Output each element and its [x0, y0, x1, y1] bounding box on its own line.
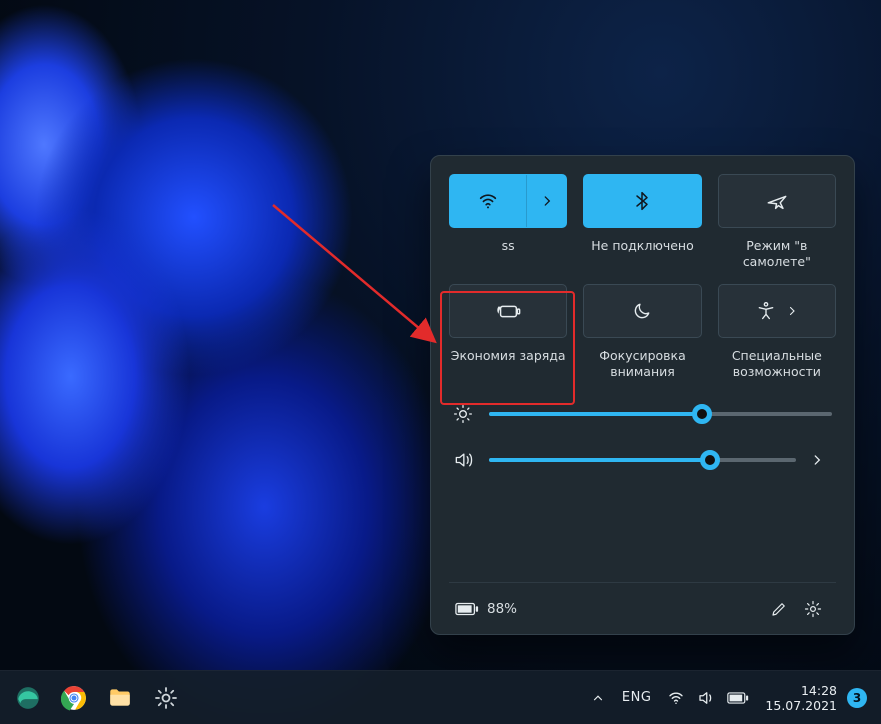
- volume-thumb[interactable]: [700, 450, 720, 470]
- wifi-button[interactable]: [449, 174, 567, 228]
- tile-focus-assist: Фокусировка внимания: [583, 284, 701, 380]
- volume-slider-row: [453, 450, 832, 470]
- brightness-slider-row: [453, 404, 832, 424]
- battery-saver-icon: [495, 300, 521, 322]
- brightness-icon: [453, 404, 475, 424]
- taskbar-app-explorer[interactable]: [100, 678, 140, 718]
- volume-slider[interactable]: [489, 458, 796, 462]
- taskbar-app-edge[interactable]: [8, 678, 48, 718]
- edit-quick-settings-button[interactable]: [762, 592, 796, 626]
- tile-battery-saver: Экономия заряда: [449, 284, 567, 380]
- airplane-button[interactable]: [718, 174, 836, 228]
- airplane-label: Режим "в самолете": [718, 238, 836, 270]
- gear-icon: [154, 686, 178, 710]
- quick-settings-tile-grid: ss Не подключено Режим "в самолете": [449, 174, 836, 380]
- gear-icon: [804, 600, 822, 618]
- tray-overflow-button[interactable]: [584, 678, 612, 718]
- focus-assist-button[interactable]: [583, 284, 701, 338]
- battery-saver-label: Экономия заряда: [449, 348, 567, 380]
- clock-date: 15.07.2021: [765, 698, 837, 713]
- battery-percent-text: 88%: [487, 601, 517, 617]
- battery-icon: [455, 601, 479, 617]
- taskbar-app-settings[interactable]: [146, 678, 186, 718]
- quick-settings-footer: 88%: [449, 582, 836, 634]
- brightness-slider[interactable]: [489, 412, 832, 416]
- notification-center-button[interactable]: 3: [847, 688, 867, 708]
- tile-bluetooth: Не подключено: [583, 174, 701, 270]
- wifi-icon: [667, 689, 685, 707]
- accessibility-label: Специальные возможности: [718, 348, 836, 380]
- accessibility-button[interactable]: [718, 284, 836, 338]
- battery-icon: [727, 691, 749, 705]
- taskbar-pinned-apps: [8, 678, 186, 718]
- wifi-expand-button[interactable]: [526, 175, 566, 227]
- moon-icon: [632, 301, 652, 321]
- tile-wifi: ss: [449, 174, 567, 270]
- taskbar-system-tray: ENG 14:28 15.07.2021 3: [584, 678, 867, 718]
- chevron-up-icon: [591, 691, 605, 705]
- volume-icon: [697, 689, 715, 707]
- wifi-toggle[interactable]: [450, 175, 526, 227]
- edge-icon: [15, 685, 41, 711]
- bluetooth-label: Не подключено: [583, 238, 701, 270]
- taskbar-app-chrome[interactable]: [54, 678, 94, 718]
- bluetooth-icon: [632, 190, 652, 212]
- settings-button[interactable]: [796, 592, 830, 626]
- bluetooth-button[interactable]: [583, 174, 701, 228]
- focus-assist-label: Фокусировка внимания: [583, 348, 701, 380]
- brightness-thumb[interactable]: [692, 404, 712, 424]
- chevron-right-icon: [540, 194, 554, 208]
- tray-network-volume-battery[interactable]: [661, 689, 755, 707]
- wifi-icon: [477, 190, 499, 212]
- chrome-icon: [61, 685, 87, 711]
- battery-saver-button[interactable]: [449, 284, 567, 338]
- clock-time: 14:28: [765, 683, 837, 698]
- taskbar-clock[interactable]: 14:28 15.07.2021: [765, 683, 837, 713]
- volume-icon: [453, 450, 475, 470]
- language-indicator[interactable]: ENG: [622, 690, 652, 705]
- folder-icon: [107, 685, 133, 711]
- taskbar: ENG 14:28 15.07.2021 3: [0, 670, 881, 724]
- accessibility-icon: [756, 301, 776, 321]
- tile-accessibility: Специальные возможности: [718, 284, 836, 380]
- wifi-label: ss: [449, 238, 567, 270]
- tile-airplane: Режим "в самолете": [718, 174, 836, 270]
- quick-settings-panel: ss Не подключено Режим "в самолете": [430, 155, 855, 635]
- quick-settings-sliders: [449, 394, 836, 470]
- pencil-icon: [770, 600, 788, 618]
- airplane-icon: [766, 190, 788, 212]
- chevron-right-icon: [786, 305, 798, 317]
- battery-status-button[interactable]: 88%: [455, 601, 517, 617]
- volume-output-button[interactable]: [810, 453, 832, 467]
